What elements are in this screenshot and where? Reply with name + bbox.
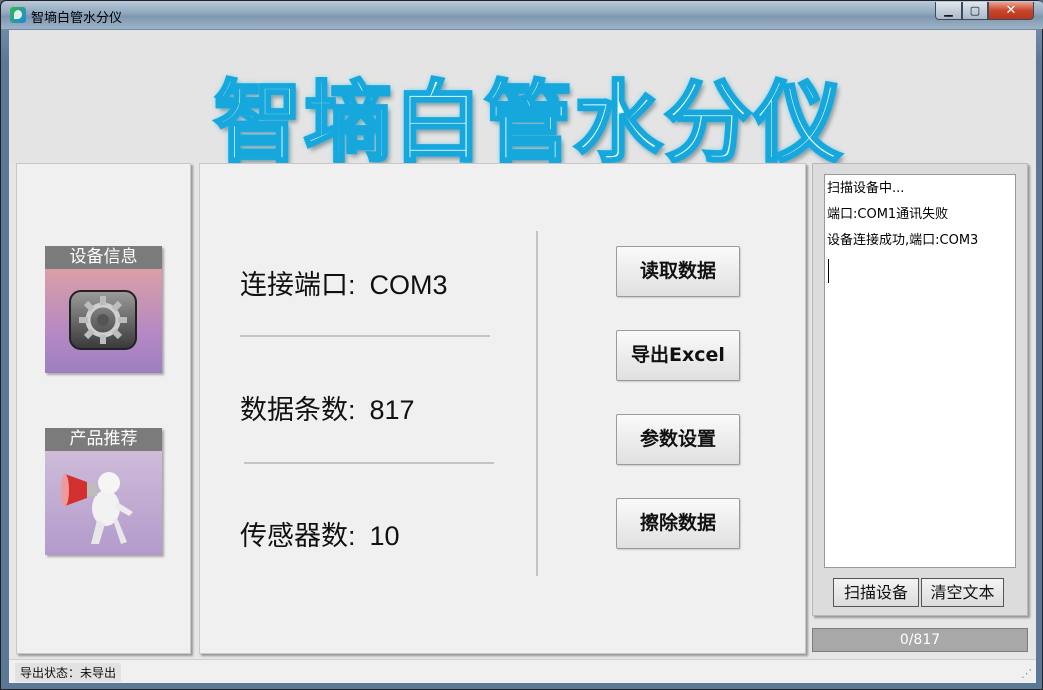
- minimize-button[interactable]: ▁: [935, 2, 962, 20]
- port-row: 连接端口: COM3: [240, 263, 448, 302]
- log-line: 扫描设备中...: [827, 181, 905, 196]
- vertical-divider: [536, 231, 538, 576]
- left-panel: 设备信息 产品推荐: [16, 163, 191, 654]
- close-button[interactable]: ✕: [988, 2, 1034, 20]
- scan-device-button[interactable]: 扫描设备: [833, 578, 919, 607]
- device-info-label: 设备信息: [45, 246, 162, 269]
- sensor-row: 传感器数: 10: [240, 514, 400, 553]
- product-card[interactable]: 产品推荐: [45, 428, 162, 555]
- count-label: 数据条数:: [240, 395, 356, 425]
- client-area: 智墒白管水分仪 设备信息 产品推荐 连接端口: COM3 数据条数: 817 传…: [9, 30, 1036, 683]
- export-excel-button[interactable]: 导出Excel: [616, 330, 740, 381]
- port-value: COM3: [369, 270, 448, 300]
- status-bar: 导出状态：未导出 ⋰: [9, 659, 1036, 683]
- count-row: 数据条数: 817: [240, 388, 415, 427]
- sensor-value: 10: [369, 521, 400, 551]
- window-title: 智墒白管水分仪: [31, 11, 123, 26]
- megaphone-icon: [61, 458, 145, 550]
- center-panel: 连接端口: COM3 数据条数: 817 传感器数: 10 读取数据 导出Excel …: [199, 163, 806, 654]
- log-line: 设备连接成功,端口:COM3: [827, 233, 979, 248]
- sensor-label: 传感器数:: [240, 521, 356, 551]
- log-line: 端口:COM1通讯失败: [827, 207, 949, 222]
- export-status: 导出状态：未导出: [15, 663, 122, 682]
- log-panel: 扫描设备中... 端口:COM1通讯失败 设备连接成功,端口:COM3 扫描设备…: [812, 163, 1028, 616]
- close-icon: ✕: [1005, 3, 1017, 18]
- gear-icon: [69, 290, 137, 350]
- resize-grip-icon[interactable]: ⋰: [1021, 667, 1032, 680]
- progress-bar: 0/817: [812, 628, 1028, 652]
- maximize-button[interactable]: ▢: [962, 2, 988, 20]
- divider: [240, 335, 490, 337]
- title-bar[interactable]: 智墒白管水分仪 ▁ ▢ ✕: [1, 1, 1043, 29]
- device-info-card[interactable]: 设备信息: [45, 246, 162, 373]
- parameter-settings-button[interactable]: 参数设置: [616, 414, 740, 465]
- banner: 智墒白管水分仪: [9, 30, 1036, 176]
- app-icon: [10, 7, 26, 23]
- log-textbox[interactable]: 扫描设备中... 端口:COM1通讯失败 设备连接成功,端口:COM3: [824, 174, 1016, 568]
- maximize-icon: ▢: [969, 4, 981, 17]
- port-label: 连接端口:: [240, 270, 356, 300]
- erase-data-button[interactable]: 擦除数据: [616, 498, 740, 549]
- app-window: 智墒白管水分仪 ▁ ▢ ✕ 智墒白管水分仪 设备信息 产品推荐 连接端口: CO…: [0, 0, 1043, 690]
- divider: [244, 462, 494, 464]
- text-caret: [828, 259, 829, 283]
- count-value: 817: [369, 395, 415, 425]
- read-data-button[interactable]: 读取数据: [616, 246, 740, 297]
- clear-text-button[interactable]: 清空文本: [921, 578, 1004, 607]
- banner-title: 智墒白管水分仪: [212, 70, 845, 176]
- product-label: 产品推荐: [45, 428, 162, 451]
- minimize-icon: ▁: [944, 4, 953, 17]
